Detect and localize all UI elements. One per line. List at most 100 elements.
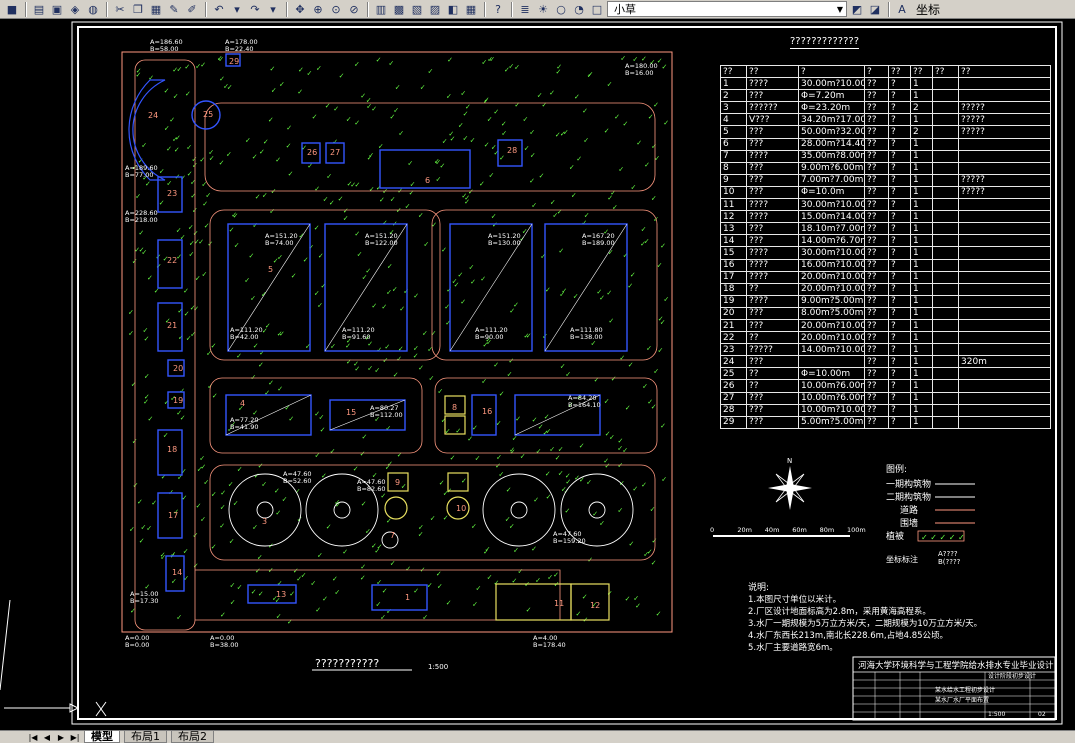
properties-icon[interactable]: ▥ — [373, 1, 389, 17]
table-cell: 20.00m?10.00m — [798, 318, 865, 333]
designcenter-icon[interactable]: ▩ — [391, 1, 407, 17]
paste-icon[interactable]: ▦ — [148, 1, 164, 17]
grass-mark: ✓ — [227, 83, 233, 91]
last-tab-icon[interactable]: ▶| — [70, 733, 80, 742]
grass-mark: ✓ — [509, 523, 515, 531]
table-cell: 2 — [910, 125, 933, 139]
model-space[interactable]: ✓ ✓ ✓ ✓ ✓ ✓ ✓ ✓ ✓ ✓ ✓ ✓ ✓ ✓ ✓ ✓ ✓ ✓ ✓ ✓ ✓ ✓ ✓ ✓ ✓ ✓ ✓ ✓ ✓ ✓ ✓ ✓ ✓ ✓ ✓ ✓ ✓ ✓ ✓ ✓… — [0, 20, 1075, 730]
text-style-icon[interactable]: A — [894, 1, 910, 17]
next-tab-icon[interactable]: ▶ — [56, 733, 66, 742]
note-line-2: 2.厂区设计地面标高为2.8m，采用黄海高程系。 — [748, 606, 931, 617]
layer-previous-icon[interactable]: ◪ — [867, 1, 883, 17]
grass-mark: ✓ — [226, 150, 232, 158]
make-current-layer-icon[interactable]: ◩ — [849, 1, 865, 17]
markup-icon[interactable]: ◧ — [445, 1, 461, 17]
toolbar-separator — [888, 1, 889, 17]
layer-manager-icon[interactable]: ≣ — [517, 1, 533, 17]
brush-icon[interactable]: ✎ — [166, 1, 182, 17]
grass-mark: ✓ — [164, 125, 170, 133]
coordinate-label: B=112.00 — [370, 411, 403, 419]
table-cell: 1 — [910, 367, 933, 381]
grass-mark: ✓ — [164, 87, 170, 95]
grass-mark: ✓ — [501, 130, 507, 138]
table-cell: 2 — [910, 101, 933, 115]
grass-mark: ✓ — [641, 226, 647, 234]
zoom-previous-icon[interactable]: ⊘ — [346, 1, 362, 17]
grass-mark: ✓ — [138, 229, 144, 237]
table-cell: 14.00m?10.00m — [798, 343, 865, 357]
toolpalette-icon[interactable]: ▧ — [409, 1, 425, 17]
grass-mark: ✓ — [288, 415, 294, 423]
chevron-down-icon[interactable]: ▼ — [834, 5, 846, 14]
preview-icon[interactable]: ▣ — [49, 1, 65, 17]
undo-icon[interactable]: ↶ — [211, 1, 227, 17]
grass-mark: ✓ — [376, 600, 382, 608]
table-cell: ?? — [864, 379, 889, 393]
grass-mark: ✓ — [487, 115, 493, 123]
help-icon[interactable]: ? — [490, 1, 506, 17]
table-cell: ?? — [864, 246, 889, 260]
table-row: 23?????14.00m?10.00m???1 — [720, 343, 1051, 357]
match-icon[interactable]: ✐ — [184, 1, 200, 17]
globe-icon[interactable]: ◍ — [85, 1, 101, 17]
tab-layout-1[interactable]: 布局1 — [124, 731, 167, 743]
title-drawing-name-1: 某水给水工程初步设计 — [935, 686, 995, 694]
grass-mark: ✓ — [293, 567, 299, 575]
grass-mark: ✓ — [200, 515, 206, 523]
bulb-icon[interactable]: ☀ — [535, 1, 551, 17]
table-cell: ?? — [864, 89, 889, 103]
grass-mark: ✓ — [219, 522, 225, 530]
pan-icon[interactable]: ✥ — [292, 1, 308, 17]
table-cell: 50.00m?32.00m — [798, 125, 865, 139]
redo-icon[interactable]: ↷ — [247, 1, 263, 17]
table-cell: 1 — [910, 282, 933, 296]
print-icon[interactable]: ▤ — [31, 1, 47, 17]
table-cell — [958, 367, 1051, 381]
save-icon[interactable]: ■ — [4, 1, 20, 17]
note-line-3: 3.水厂一期规模为5万立方米/天，二期规模为10万立方米/天。 — [748, 618, 982, 629]
zoom-window-icon[interactable]: ⊙ — [328, 1, 344, 17]
grass-mark: ✓ — [531, 545, 537, 553]
grass-mark: ✓ — [418, 364, 424, 372]
prev-tab-icon[interactable]: ◀ — [42, 733, 52, 742]
grass-mark: ✓ — [557, 208, 563, 216]
table-cell: ? — [888, 403, 911, 417]
zoom-realtime-icon[interactable]: ⊕ — [310, 1, 326, 17]
coord-button[interactable]: 坐标 — [912, 1, 944, 18]
grass-mark: ✓ — [219, 75, 225, 83]
legend-header-cell: ?? — [958, 64, 1051, 79]
tab-layout-2[interactable]: 布局2 — [171, 731, 214, 743]
table-cell — [958, 379, 1051, 393]
first-tab-icon[interactable]: |◀ — [28, 733, 38, 742]
grass-mark: ✓ — [189, 239, 195, 247]
grass-mark: ✓ — [651, 403, 657, 411]
grass-mark: ✓ — [631, 183, 637, 191]
grass-mark: ✓ — [530, 152, 536, 160]
grass-mark: ✓ — [151, 499, 157, 507]
table-cell: 1 — [910, 210, 933, 224]
coordinate-label: B=164.10 — [568, 401, 601, 409]
calculator-icon[interactable]: ▦ — [463, 1, 479, 17]
layer-dropdown[interactable]: 小草 ▼ — [607, 1, 847, 17]
grass-mark: ✓ — [576, 610, 582, 618]
sheetset-icon[interactable]: ▨ — [427, 1, 443, 17]
publish-icon[interactable]: ◈ — [67, 1, 83, 17]
grass-mark: ✓ — [393, 371, 399, 379]
tab-model[interactable]: 模型 — [84, 731, 120, 743]
table-cell: ?? — [746, 331, 799, 345]
scale-bar-label: 60m — [792, 526, 807, 534]
grass-mark: ✓ — [184, 63, 190, 71]
north-arrow: N — [768, 457, 812, 510]
legend-header-row: ?????????????? — [720, 64, 1051, 79]
dropdown-arrow-icon[interactable]: ▾ — [229, 1, 245, 17]
table-cell: ?? — [864, 282, 889, 296]
sun-icon[interactable]: ○ — [553, 1, 569, 17]
lock-icon[interactable]: ◔ — [571, 1, 587, 17]
table-cell — [932, 113, 959, 127]
dropdown-arrow-icon[interactable]: ▾ — [265, 1, 281, 17]
grass-mark: ✓ — [186, 143, 192, 151]
copy-icon[interactable]: ❐ — [130, 1, 146, 17]
color-icon[interactable]: □ — [589, 1, 605, 17]
unit-number-label: 28 — [507, 146, 517, 155]
cut-icon[interactable]: ✂ — [112, 1, 128, 17]
